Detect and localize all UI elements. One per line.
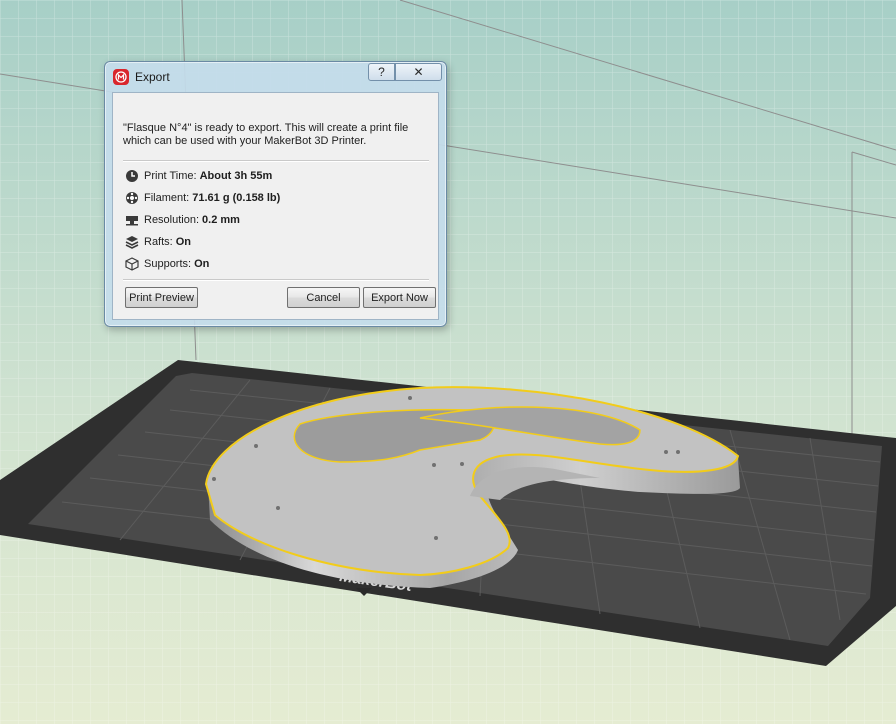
build-volume-viewport[interactable]: MakerBot — [0, 0, 896, 724]
help-button[interactable]: ? — [368, 63, 395, 81]
info-label: Print Time: — [144, 170, 197, 182]
supports-value: On — [194, 258, 210, 270]
info-label: Filament: — [144, 192, 190, 204]
info-row-print-time: Print Time: About 3h 55m — [125, 167, 272, 185]
dialog-title: Export — [135, 70, 170, 84]
dialog-body: "Flasque N°4" is ready to export. This w… — [112, 92, 439, 320]
divider-bottom — [123, 279, 429, 281]
export-dialog: Export ? ✕ "Flasque N°4" is ready to exp… — [104, 61, 447, 327]
layer-height-icon — [125, 213, 139, 227]
cube-outline-icon — [125, 257, 139, 271]
rafts-value: On — [175, 236, 192, 248]
cancel-button[interactable]: Cancel — [287, 287, 360, 308]
info-row-rafts: Rafts: On — [125, 233, 191, 251]
layers-icon — [125, 235, 139, 249]
spool-icon — [125, 191, 139, 205]
filament-value: 71.61 g (0.158 lb) — [192, 192, 281, 204]
dialog-titlebar[interactable]: Export ? ✕ — [105, 62, 446, 92]
info-row-supports: Supports: On — [125, 255, 209, 273]
close-button[interactable]: ✕ — [395, 63, 442, 81]
print-preview-button[interactable]: Print Preview — [125, 287, 198, 308]
export-message: "Flasque N°4" is ready to export. This w… — [123, 122, 409, 147]
info-row-filament: Filament: 71.61 g (0.158 lb) — [125, 189, 280, 207]
makerbot-logo-icon — [113, 69, 129, 85]
info-label: Resolution: — [144, 214, 200, 226]
export-now-button[interactable]: Export Now — [363, 287, 436, 308]
divider-top — [123, 160, 429, 162]
info-row-resolution: Resolution: 0.2 mm — [125, 211, 240, 229]
info-label: Rafts: — [144, 236, 173, 248]
clock-icon — [125, 169, 139, 183]
close-icon: ✕ — [413, 65, 424, 79]
help-icon: ? — [378, 65, 385, 79]
info-label: Supports: — [144, 258, 192, 270]
print-time-value: About 3h 55m — [199, 170, 273, 182]
resolution-value: 0.2 mm — [202, 214, 240, 226]
